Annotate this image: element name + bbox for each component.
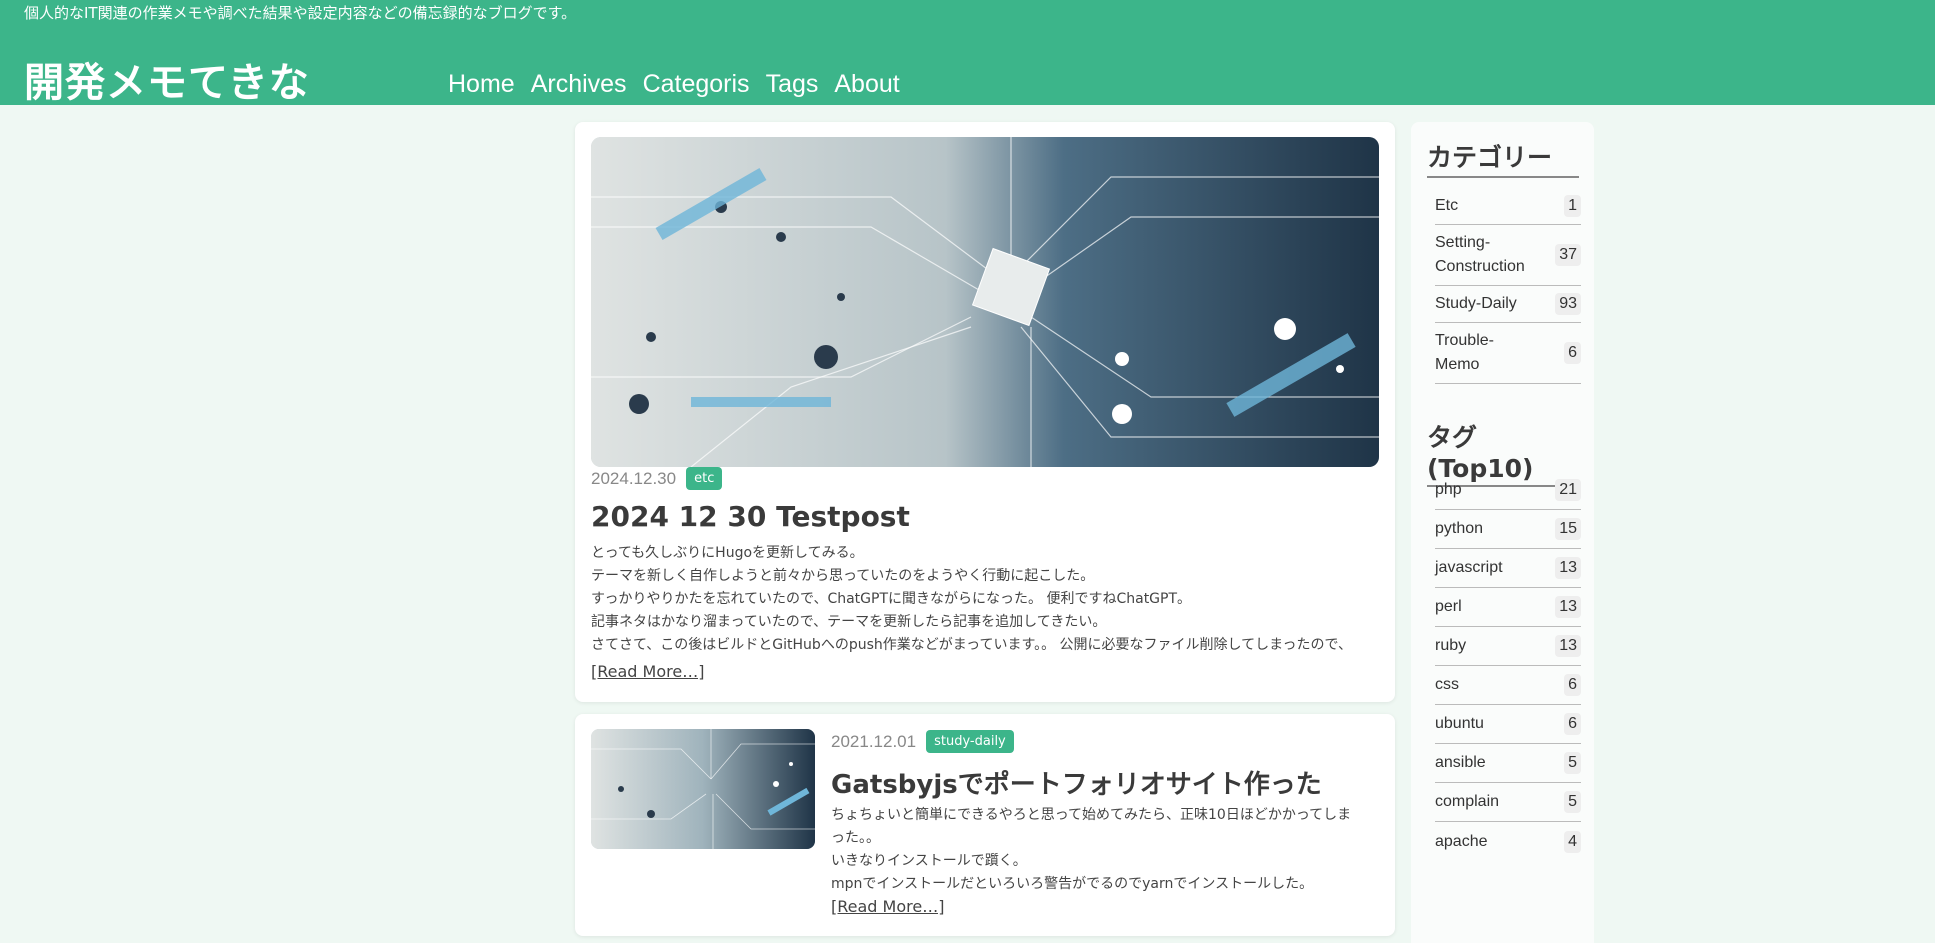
excerpt-line: ちょちょいと簡単にできるやろと思って始めてみたら、正味10日ほどかかってしま: [831, 807, 1352, 823]
tag-name: ansible: [1435, 754, 1486, 771]
category-list: Etc 1 Setting-Construction 37 Study-Dail…: [1435, 188, 1581, 384]
nav-categories[interactable]: Categoris: [643, 70, 750, 99]
category-item[interactable]: Etc 1: [1435, 188, 1581, 225]
tag-item[interactable]: css 6: [1435, 666, 1581, 705]
category-name: Study-Daily: [1435, 295, 1517, 312]
nav-home[interactable]: Home: [448, 70, 515, 99]
tag-name: css: [1435, 676, 1459, 693]
category-badge[interactable]: study-daily: [926, 730, 1014, 753]
main-nav: Home Archives Categoris Tags About: [448, 70, 900, 99]
tag-item[interactable]: ruby 13: [1435, 627, 1581, 666]
nav-about[interactable]: About: [834, 70, 899, 99]
tag-item[interactable]: ansible 5: [1435, 744, 1581, 783]
tag-name: complain: [1435, 793, 1500, 810]
tag-count: 21: [1555, 479, 1581, 501]
excerpt-line: った。。: [831, 830, 880, 846]
category-badge[interactable]: etc: [686, 467, 723, 490]
post-card: 2024.12.30 etc 2024 12 30 Testpost とっても久…: [575, 122, 1395, 702]
sidebar: カテゴリー Etc 1 Setting-Construction 37 Stud…: [1411, 122, 1594, 943]
post-title[interactable]: Gatsbyjsでポートフォリオサイト作った: [831, 764, 1322, 801]
category-name: Trouble-Memo: [1435, 332, 1494, 373]
tag-item[interactable]: php 21: [1435, 471, 1581, 510]
post-excerpt: ちょちょいと簡単にできるやろと思って始めてみたら、正味10日ほどかかってしま っ…: [831, 804, 1379, 896]
post-title[interactable]: 2024 12 30 Testpost: [591, 500, 910, 533]
category-count: 1: [1564, 195, 1581, 217]
tag-count: 5: [1564, 752, 1581, 774]
tag-count: 13: [1555, 557, 1581, 579]
tag-count: 6: [1564, 674, 1581, 696]
categories-heading: カテゴリー: [1427, 138, 1579, 178]
tag-list: php 21 python 15 javascript 13 perl 13 ruby 1…: [1435, 471, 1581, 861]
tag-item[interactable]: apache 4: [1435, 822, 1581, 861]
tag-count: 5: [1564, 791, 1581, 813]
site-tagline: 個人的なIT関連の作業メモや調べた結果や設定内容などの備忘録的なブログです。: [24, 4, 577, 22]
tag-item[interactable]: perl 13: [1435, 588, 1581, 627]
excerpt-line: いきなりインストールで躓く。: [831, 853, 1027, 869]
category-item[interactable]: Study-Daily 93: [1435, 286, 1581, 323]
tag-count: 13: [1555, 635, 1581, 657]
tag-name: apache: [1435, 832, 1488, 850]
excerpt-line: さてさて、この後はビルドとGitHubへのpush作業などがまっています。。 公…: [591, 637, 1352, 653]
category-item[interactable]: Setting-Construction 37: [1435, 225, 1581, 286]
category-name: Setting-Construction: [1435, 234, 1525, 275]
tag-item[interactable]: complain 5: [1435, 783, 1581, 822]
tag-count: 4: [1564, 830, 1581, 853]
post-thumbnail[interactable]: [591, 729, 815, 849]
excerpt-line: すっかりやりかたを忘れていたので、ChatGPTに聞きながらになった。 便利です…: [591, 591, 1192, 607]
post-card: 2021.12.01 study-daily Gatsbyjsでポートフォリオサ…: [575, 714, 1395, 936]
tag-count: 15: [1555, 518, 1581, 540]
post-date: 2021.12.01: [831, 731, 917, 751]
category-count: 93: [1555, 293, 1581, 315]
tag-item[interactable]: javascript 13: [1435, 549, 1581, 588]
excerpt-line: とっても久しぶりにHugoを更新してみる。: [591, 545, 864, 561]
site-title[interactable]: 開発メモてきな: [24, 50, 310, 108]
tag-name: perl: [1435, 598, 1462, 615]
post-excerpt: とっても久しぶりにHugoを更新してみる。 テーマを新しく自作しようと前々から思…: [591, 542, 1379, 657]
category-name: Etc: [1435, 197, 1459, 214]
post-hero-image[interactable]: [591, 137, 1379, 467]
tag-count: 13: [1555, 596, 1581, 618]
tag-name: javascript: [1435, 559, 1503, 576]
tag-item[interactable]: python 15: [1435, 510, 1581, 549]
tag-name: python: [1435, 520, 1484, 537]
tag-count: 6: [1564, 713, 1581, 735]
read-more-link[interactable]: [Read More…]: [831, 897, 944, 916]
category-count: 6: [1564, 342, 1581, 364]
category-count: 37: [1555, 244, 1581, 266]
post-meta: 2024.12.30 etc: [591, 467, 723, 490]
category-item[interactable]: Trouble-Memo 6: [1435, 323, 1581, 384]
excerpt-line: mpnでインストールだといろいろ警告がでるのでyarnでインストールした。: [831, 876, 1314, 892]
excerpt-line: 記事ネタはかなり溜まっていたので、テーマを更新したら記事を追加してきたい。: [591, 614, 1107, 630]
post-meta: 2021.12.01 study-daily: [831, 730, 1014, 753]
tag-name: php: [1435, 481, 1462, 498]
excerpt-line: テーマを新しく自作しようと前々から思っていたのをようやく行動に起こした。: [591, 568, 1095, 584]
read-more-link[interactable]: [Read More…]: [591, 662, 704, 681]
tag-name: ruby: [1435, 637, 1467, 654]
tag-item[interactable]: ubuntu 6: [1435, 705, 1581, 744]
site-header: 個人的なIT関連の作業メモや調べた結果や設定内容などの備忘録的なブログです。 開…: [0, 0, 1935, 108]
tag-name: ubuntu: [1435, 715, 1484, 732]
post-date: 2024.12.30: [591, 468, 677, 488]
nav-tags[interactable]: Tags: [766, 70, 819, 99]
nav-archives[interactable]: Archives: [531, 70, 627, 99]
